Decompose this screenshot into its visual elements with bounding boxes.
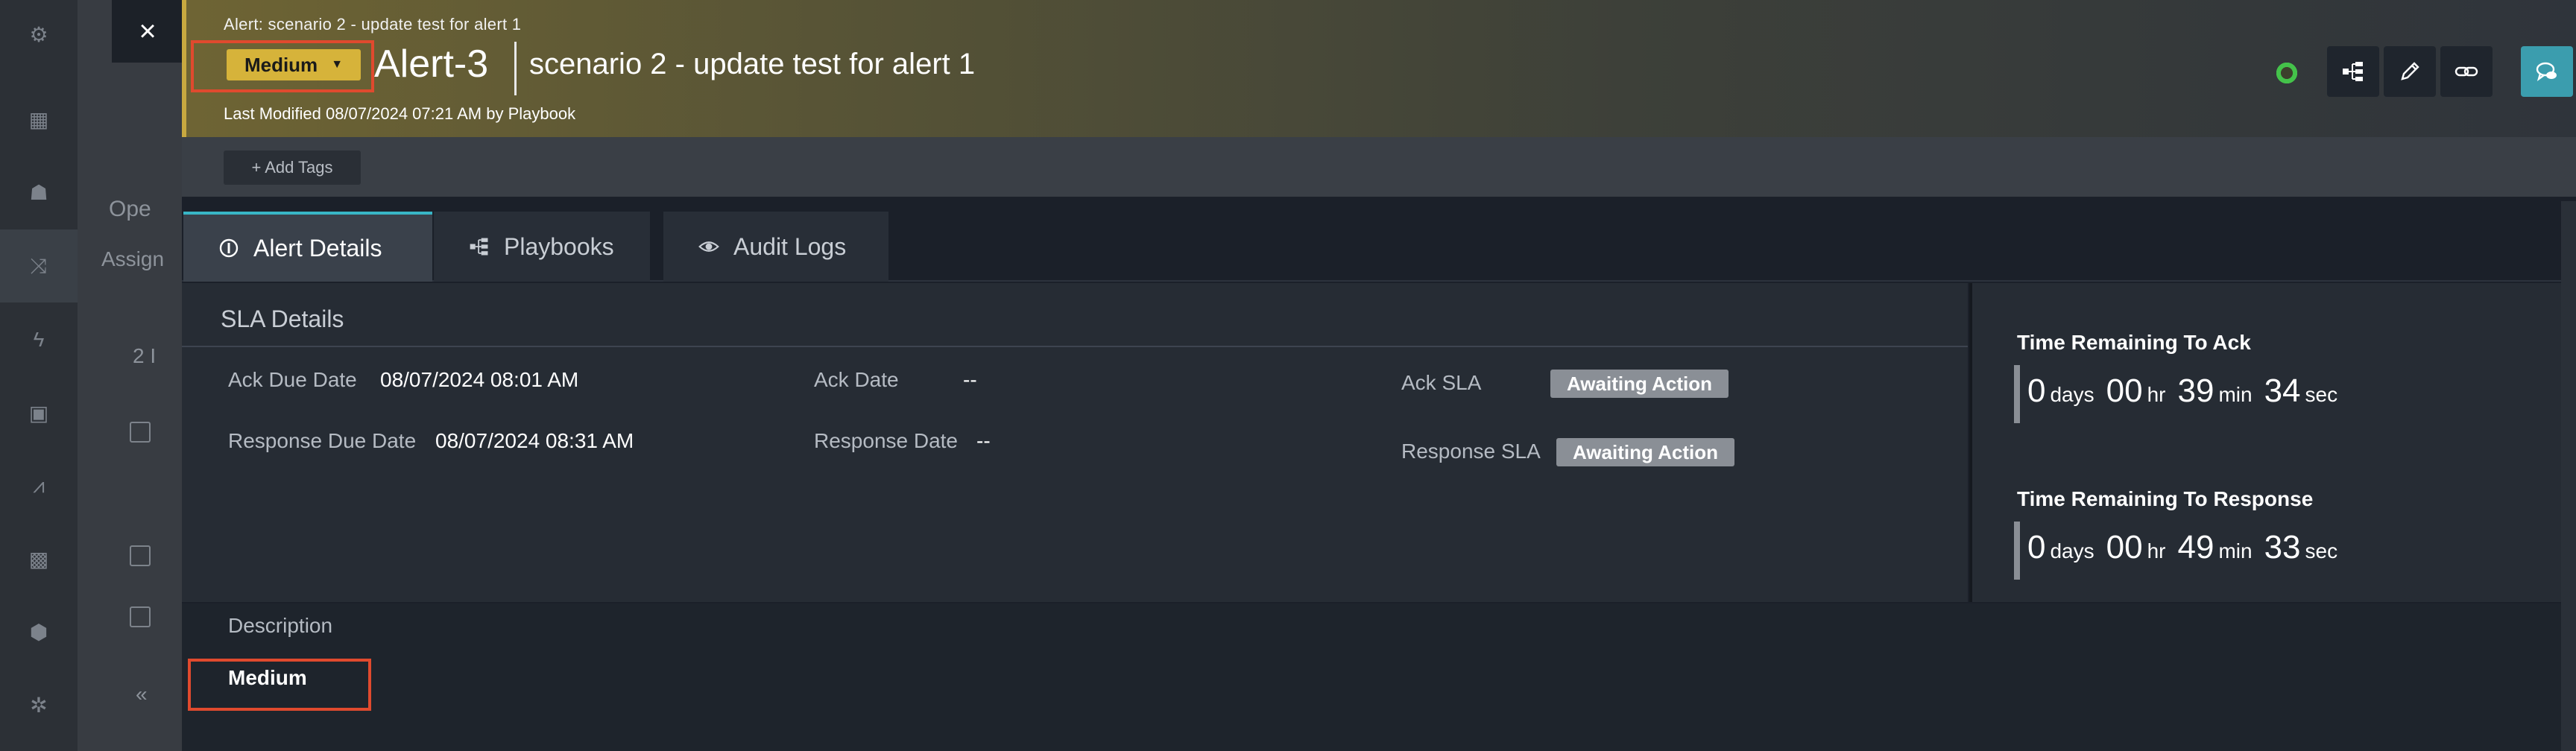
playbooks-button[interactable] xyxy=(2327,46,2379,97)
response-sla-label: Response SLA xyxy=(1401,440,1541,463)
settings-icon: ✲ xyxy=(30,693,48,717)
breadcrumb: Alert: scenario 2 - update test for aler… xyxy=(224,15,522,34)
minutes-unit: min xyxy=(2218,539,2253,563)
response-date-label: Response Date xyxy=(814,429,959,452)
background-heading: Ope xyxy=(109,197,151,221)
days-unit: days xyxy=(2050,383,2094,406)
seconds-unit: sec xyxy=(2305,383,2338,406)
tab-bar: Alert Details Playbooks Audit Logs xyxy=(182,197,2576,282)
ack-countdown: 0 days 00 hr 39 min 34 sec xyxy=(2014,365,2345,423)
link-icon xyxy=(2455,66,2478,77)
background-pager: « xyxy=(136,682,148,706)
playbook-tree-icon xyxy=(2343,62,2363,81)
description-section: Description Medium xyxy=(182,603,2576,751)
response-countdown: 0 days 00 hr 49 min 33 sec xyxy=(2014,522,2345,580)
copy-link-button[interactable] xyxy=(2440,46,2493,97)
highlight-box xyxy=(188,659,371,711)
tab-audit-logs[interactable]: Audit Logs xyxy=(663,212,888,282)
last-modified: Last Modified 08/07/2024 07:21 AM by Pla… xyxy=(224,104,576,123)
collaboration-chat-icon xyxy=(2536,62,2557,81)
status-indicator-icon xyxy=(2275,61,2299,85)
alert-details-icon xyxy=(219,238,239,258)
alert-id: Alert-3 xyxy=(374,42,489,86)
ack-hours: 00 xyxy=(2106,373,2143,409)
ack-seconds: 34 xyxy=(2264,373,2301,409)
people-icon: ☗ xyxy=(29,180,48,204)
pencil-icon xyxy=(2401,62,2419,80)
minutes-unit: min xyxy=(2218,383,2253,406)
background-sidebar: ⚙ ▦ ☗ ⤨ ϟ ▣ ⩘ ▩ ⬢ ✲ xyxy=(0,0,78,751)
ack-due-date-value: 08/07/2024 08:01 AM xyxy=(380,368,579,391)
tab-alert-details[interactable]: Alert Details xyxy=(183,212,432,282)
hours-unit: hr xyxy=(2147,383,2166,406)
background-subheading: Assign xyxy=(101,247,165,270)
tab-playbooks[interactable]: Playbooks xyxy=(434,212,650,282)
response-due-date-value: 08/07/2024 08:31 AM xyxy=(435,429,634,452)
alert-header: Alert: scenario 2 - update test for aler… xyxy=(182,0,2576,137)
tab-label: Audit Logs xyxy=(733,232,847,260)
highlight-box xyxy=(191,40,374,92)
ack-minutes: 39 xyxy=(2177,373,2214,409)
tags-bar: + Add Tags xyxy=(182,137,2576,197)
shield-icon: ⬢ xyxy=(29,620,48,644)
ack-date-label: Ack Date xyxy=(814,368,899,391)
ack-sla-status-badge: Awaiting Action xyxy=(1550,370,1729,398)
chart-icon: ⩘ xyxy=(33,473,45,497)
response-due-date-label: Response Due Date xyxy=(228,429,417,452)
response-date-value: -- xyxy=(976,429,991,452)
description-label: Description xyxy=(228,614,333,637)
dashboard-icon: ▦ xyxy=(28,107,49,131)
bolt-icon: ϟ xyxy=(33,328,45,351)
response-days: 0 xyxy=(2027,529,2046,565)
tab-label: Playbooks xyxy=(504,232,614,260)
ack-due-date-label: Ack Due Date xyxy=(228,368,357,391)
days-unit: days xyxy=(2050,539,2094,563)
collaboration-button[interactable] xyxy=(2521,46,2573,97)
close-icon: × xyxy=(139,14,157,48)
ack-days: 0 xyxy=(2027,373,2046,409)
background-checkbox xyxy=(130,545,151,566)
close-button[interactable]: × xyxy=(112,0,183,63)
title-divider xyxy=(514,42,517,95)
alert-detail-panel: Alert: scenario 2 - update test for aler… xyxy=(182,0,2576,751)
apps-icon: ▩ xyxy=(28,547,49,571)
shuffle-nav-icon: ⤨ xyxy=(0,229,78,302)
panel-scrollbar[interactable] xyxy=(2561,201,2576,751)
background-checkbox xyxy=(130,422,151,443)
tab-label: Alert Details xyxy=(253,234,382,262)
ack-date-value: -- xyxy=(963,368,977,391)
background-checkbox xyxy=(130,606,151,627)
briefcase-icon: ▣ xyxy=(28,401,49,425)
ack-sla-label: Ack SLA xyxy=(1401,371,1482,394)
sla-timers-section: Time Remaining To Ack 0 days 00 hr 39 mi… xyxy=(1969,283,2576,602)
sla-details-section: SLA Details Ack Due Date 08/07/2024 08:0… xyxy=(182,283,1968,602)
sla-divider xyxy=(182,346,1968,347)
background-count: 2 I xyxy=(133,344,157,367)
ack-timer-title: Time Remaining To Ack xyxy=(2017,331,2251,354)
response-minutes: 49 xyxy=(2177,529,2214,565)
seconds-unit: sec xyxy=(2305,539,2338,563)
eye-icon xyxy=(698,241,719,252)
sla-title: SLA Details xyxy=(221,305,344,332)
add-tags-button[interactable]: + Add Tags xyxy=(224,150,361,185)
response-seconds: 33 xyxy=(2264,529,2301,565)
logo-icon: ⚙ xyxy=(29,22,48,46)
response-hours: 00 xyxy=(2106,529,2143,565)
background-content: Ope Assign 2 I « xyxy=(78,0,182,751)
alert-name: scenario 2 - update test for alert 1 xyxy=(529,48,976,80)
edit-button[interactable] xyxy=(2384,46,2436,97)
hours-unit: hr xyxy=(2147,539,2166,563)
response-timer-title: Time Remaining To Response xyxy=(2017,487,2314,510)
response-sla-status-badge: Awaiting Action xyxy=(1556,438,1734,466)
playbook-tree-icon xyxy=(470,238,488,256)
